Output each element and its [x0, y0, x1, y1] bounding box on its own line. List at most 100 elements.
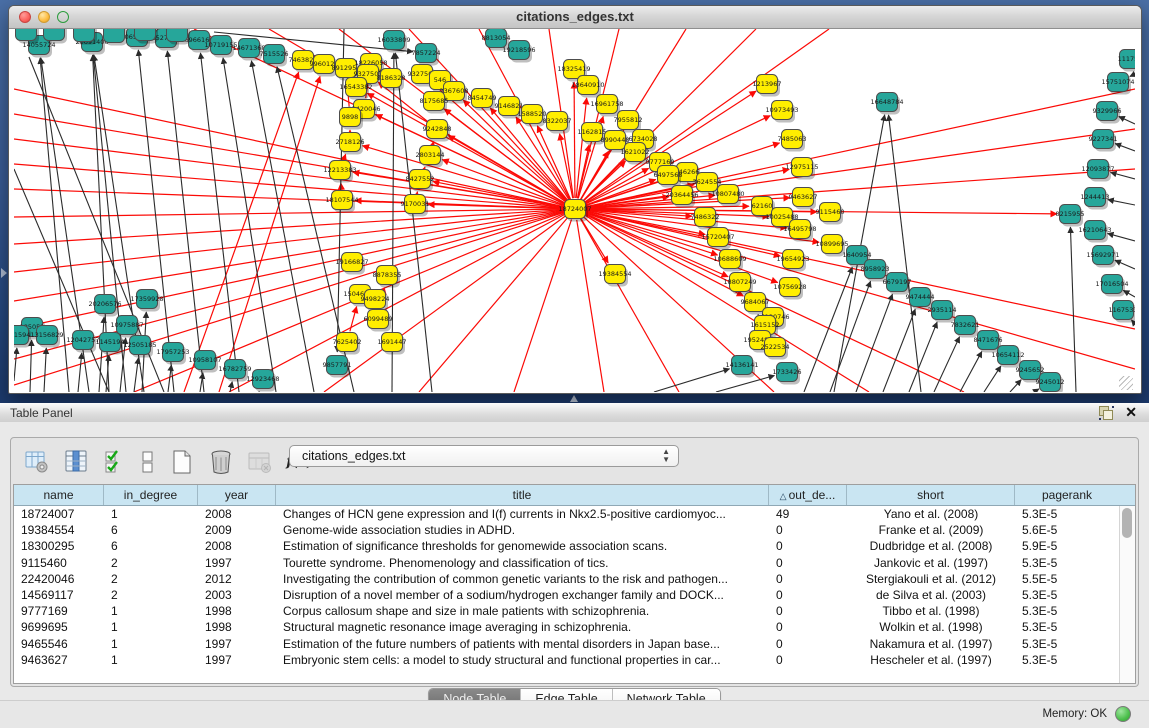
graph-edge[interactable] [14, 348, 17, 381]
graph-node[interactable] [135, 29, 159, 44]
graph-edge[interactable] [1115, 144, 1135, 151]
graph-node[interactable]: 6099489 [364, 310, 393, 332]
graph-node[interactable] [104, 29, 128, 46]
graph-node[interactable]: 15751074 [1101, 73, 1134, 95]
graph-node[interactable]: 1733426 [773, 363, 802, 385]
graph-edge[interactable] [960, 351, 982, 392]
graph-node[interactable]: 7857224 [412, 44, 441, 66]
graph-node[interactable]: 16648784 [870, 93, 903, 115]
graph-node[interactable]: 12975115 [785, 158, 818, 180]
select-all-icon[interactable] [101, 449, 128, 476]
graph-node[interactable] [44, 29, 68, 44]
graph-node[interactable]: 1691447 [378, 333, 407, 355]
graph-edge[interactable] [856, 294, 892, 392]
column-header-in_degree[interactable]: in_degree [104, 485, 198, 505]
column-header-name[interactable]: name [14, 485, 104, 505]
graph-edge[interactable] [200, 53, 239, 392]
graph-edge[interactable] [78, 353, 82, 392]
column-header-year[interactable]: year [198, 485, 276, 505]
graph-node[interactable]: 9498224 [361, 290, 390, 312]
graph-edge[interactable] [1111, 172, 1135, 179]
clear-selection-icon[interactable] [140, 449, 156, 476]
graph-node[interactable]: 16210643 [1078, 221, 1111, 243]
graph-node[interactable]: 7486322 [691, 208, 720, 230]
graph-edge[interactable] [984, 366, 1001, 392]
graph-node[interactable]: 12505185 [123, 336, 156, 358]
graph-node[interactable] [167, 29, 191, 45]
column-header-out_de[interactable]: △out_de... [769, 485, 847, 505]
graph-node[interactable]: 17016504 [1095, 275, 1128, 297]
graph-edge[interactable] [514, 219, 572, 392]
graph-edge[interactable] [14, 209, 564, 217]
graph-edge[interactable] [580, 219, 679, 392]
graph-node[interactable]: 9245012 [1036, 373, 1065, 393]
graph-node[interactable]: 9115460 [816, 203, 845, 225]
panel-collapse-arrow-icon[interactable] [1, 268, 7, 278]
graph-node[interactable]: 6679197 [883, 273, 912, 295]
graph-node[interactable]: 9227341 [1089, 130, 1118, 152]
window-resize-grip[interactable] [1119, 376, 1133, 390]
graph-node[interactable]: 10973493 [765, 101, 798, 123]
graph-edge[interactable] [574, 82, 575, 198]
graph-node[interactable]: 2803144 [416, 146, 445, 168]
graph-node[interactable]: 8454749 [468, 89, 497, 111]
graph-node[interactable]: 18107544 [325, 191, 358, 213]
graph-node[interactable]: 6497568 [654, 166, 683, 188]
graph-node[interactable]: 7515526 [260, 45, 289, 67]
graph-node[interactable]: 391594 [14, 326, 31, 348]
graph-edge[interactable] [577, 220, 604, 392]
new-table-icon[interactable] [168, 449, 195, 476]
graph-edge[interactable] [223, 58, 276, 392]
delete-table-icon[interactable] [207, 449, 234, 476]
table-settings-icon[interactable] [23, 449, 50, 476]
graph-edge[interactable] [433, 142, 434, 145]
graph-node[interactable] [74, 29, 98, 45]
table-row[interactable]: 946362711997Embryonic stem cells: a mode… [14, 652, 1119, 668]
graph-node[interactable]: 15692971 [1086, 246, 1119, 268]
graph-edge[interactable] [14, 164, 564, 208]
graph-node[interactable]: 7485063 [778, 130, 807, 152]
float-panel-icon[interactable] [1099, 406, 1113, 419]
graph-node[interactable]: 2718126 [336, 133, 365, 155]
graph-edge[interactable] [44, 348, 46, 392]
column-header-title[interactable]: title [276, 485, 769, 505]
graph-edge[interactable] [586, 212, 1135, 369]
table-row[interactable]: 911546021997Tourette syndrome. Phenomeno… [14, 555, 1119, 571]
graph-edge[interactable] [344, 154, 346, 159]
graph-edge[interactable] [581, 218, 608, 263]
column-header-short[interactable]: short [847, 485, 1015, 505]
graph-node[interactable] [16, 29, 40, 44]
show-columns-icon[interactable] [62, 449, 89, 476]
table-row[interactable]: 2242004622012Investigating the contribut… [14, 571, 1119, 587]
graph-edge[interactable] [350, 307, 357, 332]
graph-node[interactable]: 18807249 [723, 273, 756, 295]
graph-node[interactable]: 1213967 [753, 75, 782, 97]
graph-node[interactable]: 8175685 [420, 92, 449, 114]
network-window[interactable]: citations_edges.txt 18724007140557242069… [8, 5, 1142, 394]
graph-node[interactable]: 8215955 [1056, 205, 1085, 227]
graph-edge[interactable] [14, 189, 564, 209]
scrollbar-thumb[interactable] [1122, 508, 1132, 538]
graph-edge[interactable] [168, 365, 171, 392]
graph-edge[interactable] [1119, 116, 1135, 124]
table-row[interactable]: 1456911722003Disruption of a novel membe… [14, 587, 1119, 603]
graph-edge[interactable] [30, 340, 32, 392]
graph-node[interactable]: 1145194 [96, 333, 125, 355]
graph-node[interactable]: 14136141 [725, 356, 758, 378]
graph-node[interactable]: 10756928 [773, 278, 806, 300]
table-row[interactable]: 977716911998Corpus callosum shape and si… [14, 603, 1119, 619]
graph-edge[interactable] [167, 51, 204, 392]
graph-node[interactable]: 2522534 [761, 338, 790, 360]
graph-node[interactable]: 2935114 [928, 301, 957, 323]
graph-edge[interactable] [99, 317, 104, 392]
graph-node[interactable]: 12213383 [323, 161, 356, 183]
graph-node[interactable]: 8878355 [373, 266, 402, 288]
graph-node[interactable]: 10688609 [713, 250, 746, 272]
graph-node[interactable]: 7832621 [951, 316, 980, 338]
graph-edge[interactable] [1108, 200, 1135, 205]
graph-node[interactable]: 12093877 [1081, 160, 1114, 182]
graph-edge[interactable] [134, 358, 138, 392]
column-header-pagerank[interactable]: pagerank [1015, 485, 1119, 505]
graph-node[interactable]: 10958107 [188, 351, 221, 373]
graph-edge[interactable] [1108, 233, 1135, 241]
